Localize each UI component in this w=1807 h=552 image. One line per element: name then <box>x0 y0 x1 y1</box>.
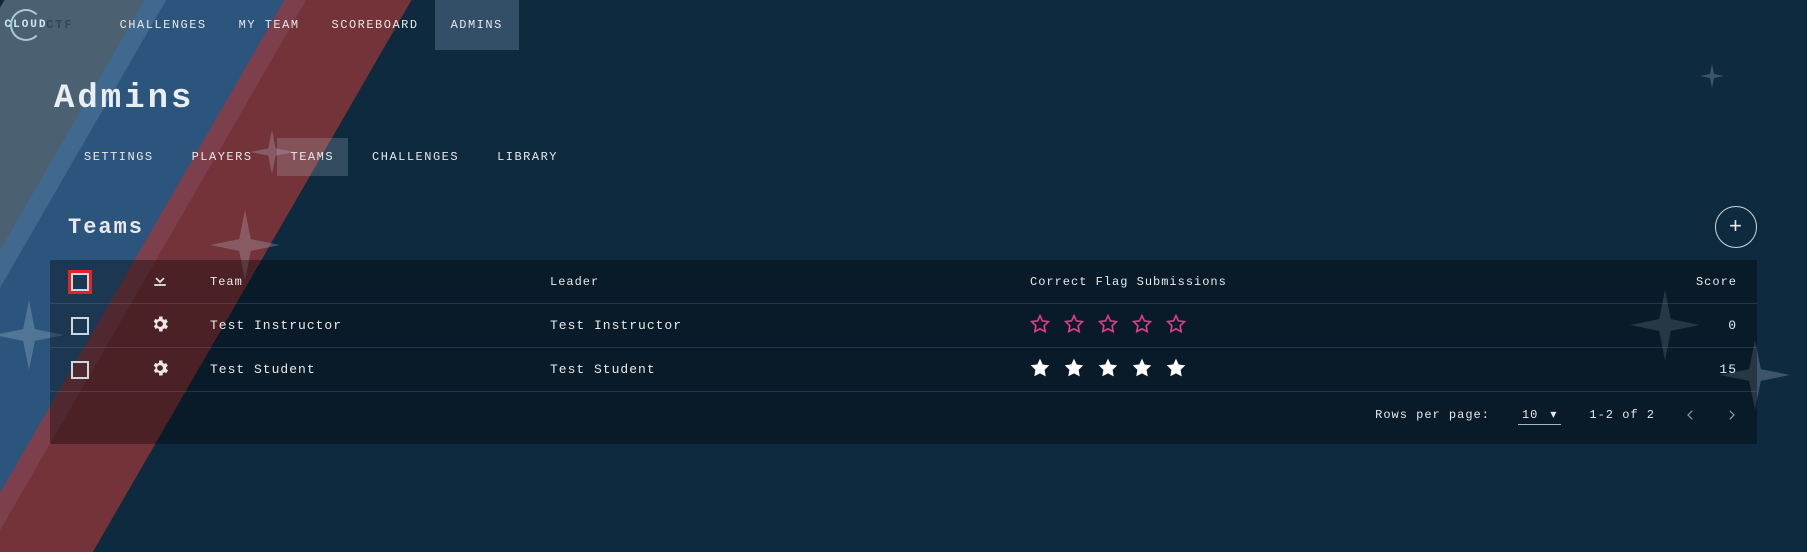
next-page-button[interactable] <box>1725 408 1739 422</box>
cell-stars <box>1030 314 1330 338</box>
table-pagination: Rows per page: 10 ▾ 1-2 of 2 <box>50 392 1757 438</box>
page-title: Admins <box>54 80 1757 118</box>
nav-my-team[interactable]: MY TEAM <box>223 0 316 50</box>
star-icon <box>1030 314 1050 338</box>
cell-score: 0 <box>1330 318 1757 333</box>
page-range-text: 1-2 of 2 <box>1589 408 1655 422</box>
nav-label: SCOREBOARD <box>332 18 419 32</box>
subnav-label: SETTINGS <box>84 150 154 164</box>
rows-per-page-value: 10 <box>1522 408 1538 422</box>
download-icon[interactable] <box>150 270 170 294</box>
select-all-checkbox[interactable] <box>71 273 89 291</box>
table-header-row: Team Leader Correct Flag Submissions Sco… <box>50 260 1757 304</box>
primary-nav: CHALLENGES MY TEAM SCOREBOARD ADMINS <box>104 0 519 50</box>
nav-label: ADMINS <box>451 18 503 32</box>
table-row: Test Instructor Test Instructor 0 <box>50 304 1757 348</box>
logo-cloud-text: CLOUD <box>5 19 48 31</box>
top-navbar: CLOUD CTF CHALLENGES MY TEAM SCOREBOARD … <box>0 0 1807 50</box>
cell-score: 15 <box>1330 362 1757 377</box>
teams-table: Team Leader Correct Flag Submissions Sco… <box>50 260 1757 444</box>
subnav-library[interactable]: LIBRARY <box>483 138 572 176</box>
col-header-submissions: Correct Flag Submissions <box>1030 275 1330 289</box>
subnav-label: LIBRARY <box>497 150 558 164</box>
subnav-label: CHALLENGES <box>372 150 459 164</box>
logo-ring-icon: CLOUD <box>10 9 42 41</box>
prev-page-button[interactable] <box>1683 408 1697 422</box>
subnav-teams[interactable]: TEAMS <box>277 138 349 176</box>
star-icon <box>1064 314 1084 338</box>
cell-team: Test Student <box>210 362 550 377</box>
row-checkbox[interactable] <box>71 317 89 335</box>
star-icon <box>1166 314 1186 338</box>
col-header-team: Team <box>210 275 550 289</box>
star-icon <box>1132 358 1152 382</box>
nav-admins[interactable]: ADMINS <box>435 0 519 50</box>
add-team-button[interactable]: + <box>1715 206 1757 248</box>
row-checkbox[interactable] <box>71 361 89 379</box>
nav-challenges[interactable]: CHALLENGES <box>104 0 223 50</box>
section-title: Teams <box>68 215 144 240</box>
col-header-leader: Leader <box>550 275 1030 289</box>
nav-label: MY TEAM <box>239 18 300 32</box>
rows-per-page-select[interactable]: 10 ▾ <box>1518 405 1561 425</box>
page-body: Admins SETTINGS PLAYERS TEAMS CHALLENGES… <box>0 50 1807 444</box>
rows-per-page-label: Rows per page: <box>1375 408 1490 422</box>
section-header: Teams + <box>50 206 1757 248</box>
star-icon <box>1098 314 1118 338</box>
plus-icon: + <box>1729 215 1743 240</box>
gear-icon[interactable] <box>150 358 170 382</box>
chevron-down-icon: ▾ <box>1550 407 1557 422</box>
subnav-challenges[interactable]: CHALLENGES <box>358 138 473 176</box>
gear-icon[interactable] <box>150 314 170 338</box>
nav-scoreboard[interactable]: SCOREBOARD <box>316 0 435 50</box>
subnav-label: TEAMS <box>291 150 335 164</box>
cell-stars <box>1030 358 1330 382</box>
admin-subnav: SETTINGS PLAYERS TEAMS CHALLENGES LIBRAR… <box>70 138 1757 176</box>
star-icon <box>1166 358 1186 382</box>
star-icon <box>1064 358 1084 382</box>
cell-leader: Test Instructor <box>550 318 1030 333</box>
star-icon <box>1030 358 1050 382</box>
star-icon <box>1098 358 1118 382</box>
star-icon <box>1132 314 1152 338</box>
cell-leader: Test Student <box>550 362 1030 377</box>
subnav-label: PLAYERS <box>192 150 253 164</box>
nav-label: CHALLENGES <box>120 18 207 32</box>
logo[interactable]: CLOUD CTF <box>10 9 74 41</box>
pager-nav <box>1683 408 1739 422</box>
subnav-settings[interactable]: SETTINGS <box>70 138 168 176</box>
logo-ctf-text: CTF <box>46 18 74 32</box>
cell-team: Test Instructor <box>210 318 550 333</box>
col-header-score: Score <box>1330 275 1757 289</box>
subnav-players[interactable]: PLAYERS <box>178 138 267 176</box>
table-row: Test Student Test Student 15 <box>50 348 1757 392</box>
